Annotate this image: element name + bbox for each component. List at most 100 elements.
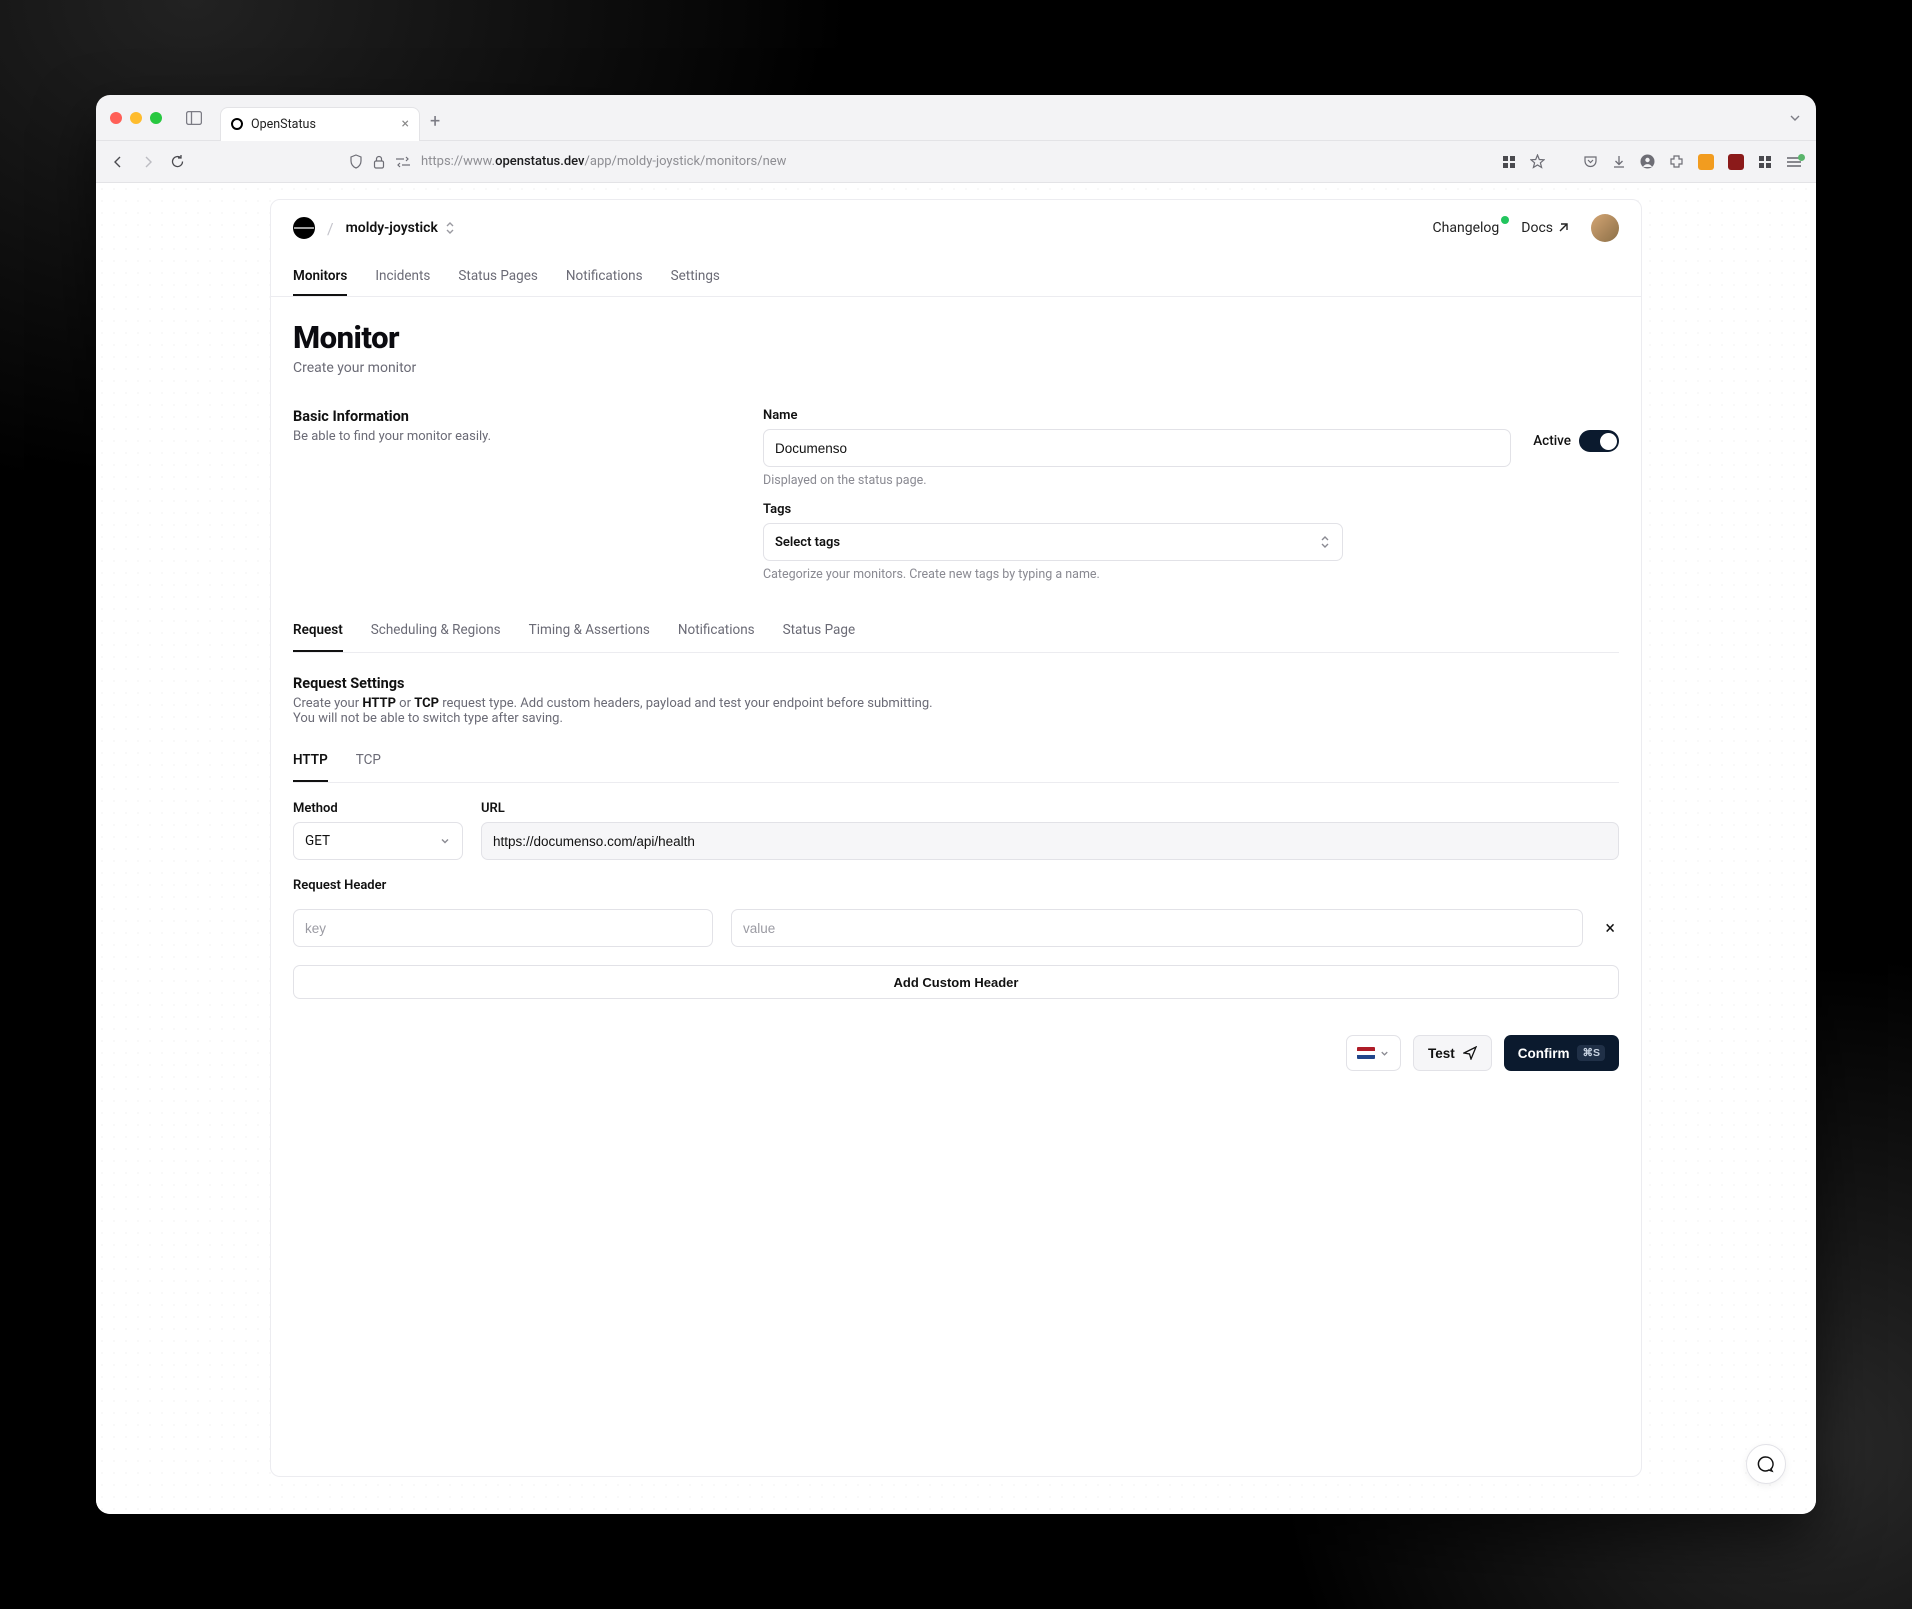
nav-tab-settings[interactable]: Settings [671, 258, 720, 296]
request-header-label: Request Header [293, 878, 1619, 893]
downloads-icon[interactable] [1612, 155, 1626, 169]
app-header-top: / moldy-joystick Changelog Docs [293, 200, 1619, 256]
sidebar-toggle-icon[interactable] [186, 111, 202, 125]
external-link-icon [1557, 222, 1569, 234]
remove-header-button[interactable]: × [1601, 914, 1619, 943]
section-basic-left: Basic Information Be able to find your m… [293, 408, 723, 582]
url-area: https://www.openstatus.dev/app/moldy-joy… [349, 154, 786, 169]
docs-label: Docs [1521, 220, 1553, 236]
active-toggle-wrap: Active [1533, 408, 1619, 452]
url-text[interactable]: https://www.openstatus.dev/app/moldy-joy… [421, 154, 786, 169]
breadcrumb-separator: / [327, 219, 334, 238]
account-icon[interactable] [1640, 154, 1655, 169]
titlebar: OpenStatus × + [96, 95, 1816, 141]
method-value: GET [305, 833, 330, 849]
maximize-window-button[interactable] [150, 112, 162, 124]
permissions-icon[interactable] [395, 156, 411, 168]
avatar[interactable] [1591, 214, 1619, 242]
menu-icon[interactable] [1786, 156, 1802, 168]
name-helper: Displayed on the status page. [763, 473, 1511, 488]
name-label: Name [763, 408, 1511, 423]
add-header-button[interactable]: Add Custom Header [293, 965, 1619, 999]
header-value-input[interactable] [731, 909, 1583, 947]
region-flag-button[interactable] [1346, 1035, 1401, 1071]
docs-link[interactable]: Docs [1521, 220, 1569, 236]
inner-tab-status-page[interactable]: Status Page [783, 610, 855, 652]
page: / moldy-joystick Changelog Docs [96, 183, 1816, 1514]
section-basic: Basic Information Be able to find your m… [293, 408, 1619, 582]
header-row: × [293, 909, 1619, 947]
name-input[interactable] [763, 429, 1511, 467]
request-section-desc: Create your HTTP or TCP request type. Ad… [293, 696, 933, 726]
basic-section-title: Basic Information [293, 408, 723, 425]
nav-tabs: Monitors Incidents Status Pages Notifica… [293, 256, 1619, 296]
workspace-switcher-icon[interactable] [444, 220, 456, 236]
reader-grid-icon[interactable] [1502, 155, 1516, 169]
inner-tab-timing[interactable]: Timing & Assertions [529, 610, 650, 652]
shield-icon[interactable] [349, 154, 363, 169]
req-desc-or: or [396, 696, 414, 711]
lock-icon[interactable] [373, 155, 385, 169]
urlbar: https://www.openstatus.dev/app/moldy-joy… [96, 141, 1816, 183]
confirm-label: Confirm [1518, 1046, 1570, 1061]
header-key-input[interactable] [293, 909, 713, 947]
chevron-down-icon [439, 835, 451, 847]
test-label: Test [1428, 1046, 1455, 1061]
forward-button[interactable] [140, 154, 156, 170]
toggle-knob [1600, 433, 1617, 450]
ext-bitwarden-icon[interactable] [1698, 154, 1714, 170]
tags-field: Tags Select tags Categorize your monitor… [763, 502, 1343, 582]
extensions-icon[interactable] [1669, 154, 1684, 169]
proto-tabs: HTTP TCP [293, 740, 1619, 783]
url-input[interactable] [481, 822, 1619, 860]
new-tab-button[interactable]: + [430, 111, 440, 132]
tags-select[interactable]: Select tags [763, 523, 1343, 561]
browser-tab[interactable]: OpenStatus × [220, 107, 420, 141]
chevron-down-icon [1379, 1048, 1390, 1059]
tab-close-button[interactable]: × [402, 116, 409, 132]
app-logo-icon[interactable] [293, 217, 315, 239]
method-select[interactable]: GET [293, 822, 463, 860]
urlbar-right [1502, 154, 1802, 170]
method-url-row: Method GET URL [293, 801, 1619, 860]
method-field: Method GET [293, 801, 463, 860]
nav-tab-notifications[interactable]: Notifications [566, 258, 643, 296]
confirm-button[interactable]: Confirm ⌘S [1504, 1035, 1619, 1071]
test-button[interactable]: Test [1413, 1035, 1492, 1071]
app-header-right: Changelog Docs [1433, 214, 1619, 242]
request-header-field: Request Header × Add Custom Header [293, 878, 1619, 999]
tab-overflow-button[interactable] [1788, 111, 1802, 125]
url-path: /app/moldy-joystick/monitors/new [585, 154, 787, 169]
back-button[interactable] [110, 154, 126, 170]
minimize-window-button[interactable] [130, 112, 142, 124]
chevron-up-down-icon [1319, 534, 1331, 550]
proto-tab-tcp[interactable]: TCP [356, 740, 381, 782]
pocket-icon[interactable] [1583, 155, 1598, 169]
nav-tab-incidents[interactable]: Incidents [375, 258, 430, 296]
bookmark-star-icon[interactable] [1530, 154, 1545, 169]
nav-tab-monitors[interactable]: Monitors [293, 258, 347, 296]
inner-tab-request[interactable]: Request [293, 610, 343, 652]
url-label: URL [481, 801, 1619, 816]
reload-button[interactable] [170, 154, 185, 169]
page-title: Monitor [293, 319, 1619, 356]
workspace-name[interactable]: moldy-joystick [346, 220, 438, 236]
ext-ublock-icon[interactable] [1728, 154, 1744, 170]
active-toggle[interactable] [1579, 430, 1619, 452]
changelog-link[interactable]: Changelog [1433, 220, 1500, 236]
tags-label: Tags [763, 502, 1343, 517]
inner-tab-scheduling[interactable]: Scheduling & Regions [371, 610, 501, 652]
form-footer: Test Confirm ⌘S [293, 1035, 1619, 1071]
tab-title: OpenStatus [251, 117, 316, 132]
ext-grid-icon[interactable] [1758, 155, 1772, 169]
proto-tab-http[interactable]: HTTP [293, 740, 328, 782]
inner-tab-notifications[interactable]: Notifications [678, 610, 755, 652]
req-desc-tcp: TCP [414, 696, 439, 711]
confirm-shortcut: ⌘S [1577, 1045, 1605, 1061]
close-window-button[interactable] [110, 112, 122, 124]
chat-fab-button[interactable] [1746, 1444, 1786, 1484]
nav-tab-status-pages[interactable]: Status Pages [458, 258, 537, 296]
flag-nl-icon [1357, 1047, 1375, 1059]
url-field: URL [481, 801, 1619, 860]
inner-tabs: Request Scheduling & Regions Timing & As… [293, 610, 1619, 653]
